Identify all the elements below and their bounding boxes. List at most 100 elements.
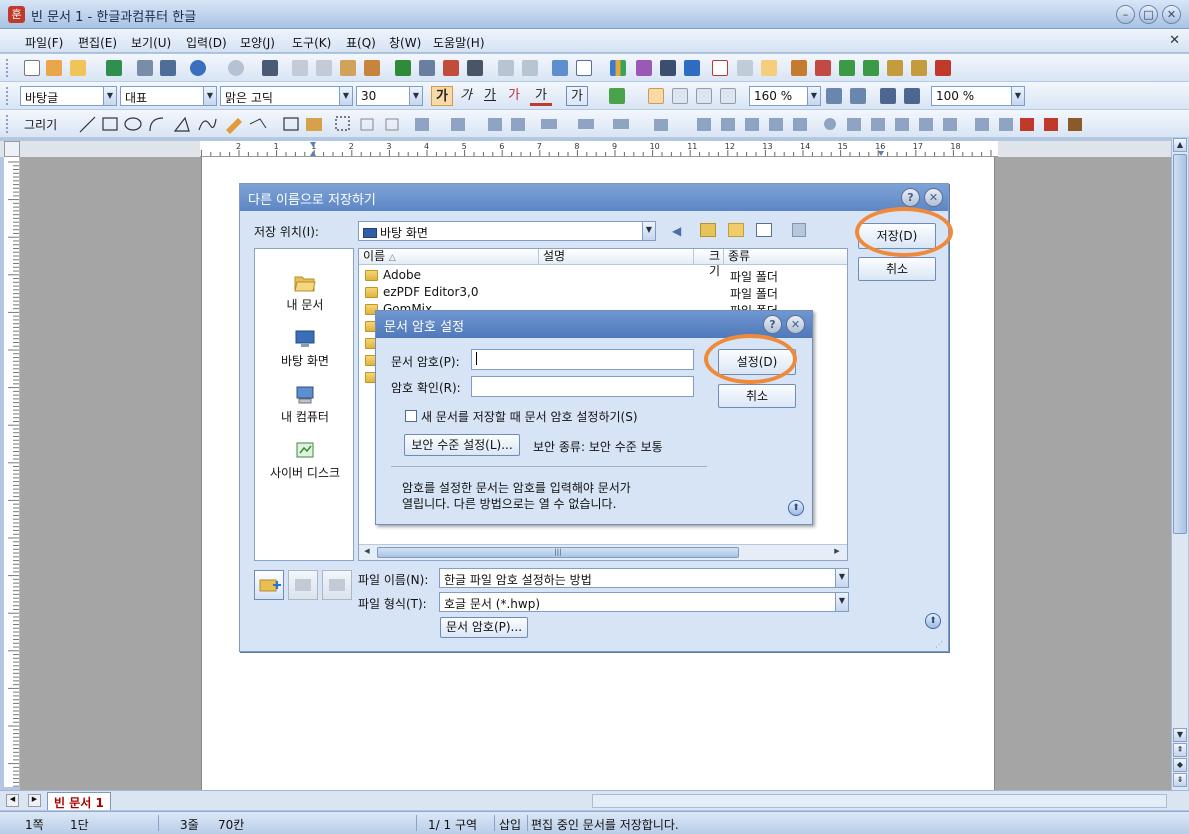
page-select-icon[interactable]: ◆ bbox=[1173, 758, 1187, 772]
menu-edit[interactable]: 편집(E) bbox=[78, 34, 117, 51]
crop-icon[interactable] bbox=[385, 118, 399, 131]
menu-file[interactable]: 파일(F) bbox=[25, 34, 63, 51]
align-bottom-icon[interactable] bbox=[511, 118, 525, 131]
columns-icon[interactable] bbox=[467, 60, 483, 76]
rotate-icon[interactable] bbox=[824, 118, 836, 130]
close-icon[interactable]: ✕ bbox=[786, 315, 805, 334]
ellipse-tool-icon[interactable] bbox=[124, 117, 142, 131]
tools-menu-icon[interactable] bbox=[792, 223, 806, 237]
note-icon[interactable] bbox=[761, 60, 777, 76]
format-painter-icon[interactable] bbox=[364, 60, 380, 76]
flip-h-icon[interactable] bbox=[847, 118, 861, 131]
toolbar-grip[interactable] bbox=[6, 87, 10, 105]
preview-icon[interactable] bbox=[160, 60, 176, 76]
horizontal-ruler[interactable]: 2 1 1 2 3 4 5 6 7 8 9 10 11 12 13 14 15 16 17 18 bbox=[200, 141, 998, 157]
object-insert-icon[interactable] bbox=[306, 118, 322, 131]
paste-icon[interactable] bbox=[340, 60, 356, 76]
horizontal-scrollbar[interactable] bbox=[592, 794, 1167, 808]
save-icon[interactable] bbox=[106, 60, 122, 76]
toolbar-grip[interactable] bbox=[6, 59, 10, 77]
shadow-icon[interactable] bbox=[654, 119, 668, 131]
minimize-button[interactable]: – bbox=[1116, 5, 1135, 24]
place-my-documents[interactable]: 내 문서 bbox=[255, 273, 355, 313]
copy-icon[interactable] bbox=[316, 60, 332, 76]
arrange-icon[interactable] bbox=[975, 118, 989, 131]
set-password-new-doc-checkbox[interactable] bbox=[405, 410, 417, 422]
save-button[interactable]: 저장(D) bbox=[858, 223, 936, 249]
template-icon[interactable] bbox=[46, 60, 62, 76]
menu-format[interactable]: 모양(J) bbox=[240, 34, 275, 51]
set-button[interactable]: 설정(D) bbox=[718, 349, 796, 375]
column-header-description[interactable]: 설명 bbox=[539, 249, 694, 265]
place-cyber-disk[interactable]: 사이버 디스크 bbox=[255, 441, 355, 481]
vertical-ruler[interactable] bbox=[4, 157, 20, 787]
tools-icon[interactable] bbox=[1068, 118, 1082, 131]
document-close-icon[interactable]: ✕ bbox=[1169, 33, 1180, 48]
pdf-icon[interactable] bbox=[935, 60, 951, 76]
scroll-down-icon[interactable]: ▼ bbox=[1173, 728, 1187, 742]
help-info-icon[interactable]: ⬆ bbox=[788, 500, 804, 516]
tab-document[interactable]: 빈 문서 1 bbox=[47, 792, 111, 810]
chevron-down-icon[interactable]: ▼ bbox=[1011, 87, 1024, 105]
italic-button[interactable]: 가 bbox=[455, 86, 477, 106]
textbox-tool-icon[interactable] bbox=[283, 117, 299, 131]
spellcheck-icon[interactable] bbox=[395, 60, 411, 76]
font-size-select[interactable]: 30 ▼ bbox=[356, 86, 423, 106]
chevron-down-icon[interactable]: ▼ bbox=[807, 87, 820, 105]
form-icon[interactable] bbox=[815, 60, 831, 76]
polygon-tool-icon[interactable] bbox=[173, 116, 190, 132]
document-password-button[interactable]: 문서 암호(P)... bbox=[440, 617, 528, 638]
scroll-right-icon[interactable]: ▶ bbox=[831, 547, 843, 558]
menu-tools[interactable]: 도구(K) bbox=[292, 34, 331, 51]
add-folder-button[interactable] bbox=[254, 570, 284, 600]
line-tool-icon[interactable] bbox=[79, 116, 96, 133]
menu-input[interactable]: 입력(D) bbox=[186, 34, 227, 51]
list-scroll-thumb[interactable]: ||| bbox=[377, 547, 739, 558]
ruler-corner[interactable] bbox=[4, 141, 20, 157]
format-paste-icon[interactable] bbox=[1044, 118, 1058, 131]
tab-prev-icon[interactable]: ◀ bbox=[6, 794, 19, 807]
new-document-icon[interactable] bbox=[24, 60, 40, 76]
stop-icon[interactable] bbox=[943, 118, 957, 131]
list-horizontal-scrollbar[interactable]: ◀ ||| ▶ bbox=[359, 544, 847, 560]
security-level-button[interactable]: 보안 수준 설정(L)... bbox=[404, 434, 520, 456]
memo-icon[interactable] bbox=[737, 60, 753, 76]
arrange2-icon[interactable] bbox=[999, 118, 1013, 131]
text-art-icon[interactable] bbox=[636, 60, 652, 76]
list-item[interactable]: ezPDF Editor3,0 파일 폴더 bbox=[359, 284, 847, 301]
picture-icon[interactable] bbox=[552, 60, 568, 76]
tab-next-icon[interactable]: ▶ bbox=[28, 794, 41, 807]
select-tool-icon[interactable] bbox=[335, 116, 350, 131]
chart-icon[interactable] bbox=[610, 60, 626, 76]
filetype-select[interactable]: 호글 문서 (*.hwp) ▼ bbox=[439, 592, 849, 612]
favorite-button[interactable] bbox=[288, 570, 318, 600]
arc-tool-icon[interactable] bbox=[149, 117, 164, 132]
chevron-down-icon[interactable]: ▼ bbox=[339, 87, 352, 105]
align-top-icon[interactable] bbox=[488, 118, 502, 131]
numbering-icon[interactable] bbox=[880, 88, 896, 104]
curve-tool-icon[interactable] bbox=[198, 118, 217, 131]
redo-icon[interactable] bbox=[228, 60, 244, 76]
scroll-thumb[interactable] bbox=[1173, 154, 1187, 534]
cut-icon[interactable] bbox=[292, 60, 308, 76]
format-copy-icon[interactable] bbox=[1020, 118, 1034, 131]
mailmerge2-icon[interactable] bbox=[911, 60, 927, 76]
spacing-decrease-icon[interactable] bbox=[850, 88, 866, 104]
underline-button[interactable]: 가 bbox=[479, 86, 501, 106]
edit-points-icon[interactable] bbox=[360, 118, 374, 131]
macro-icon[interactable] bbox=[839, 60, 855, 76]
page-up-icon[interactable]: ⇞ bbox=[1173, 743, 1187, 757]
help-icon[interactable]: ? bbox=[901, 188, 920, 207]
style-icon[interactable] bbox=[443, 60, 459, 76]
hwp-app-icon[interactable]: 훈 bbox=[8, 6, 25, 23]
hanja-icon[interactable] bbox=[712, 60, 728, 76]
resize-grip-icon[interactable]: ⋰ bbox=[935, 640, 943, 649]
font-select[interactable]: 맑은 고딕 ▼ bbox=[220, 86, 353, 106]
spacing-increase-icon[interactable] bbox=[826, 88, 842, 104]
cancel-button[interactable]: 취소 bbox=[718, 384, 796, 408]
table-icon[interactable] bbox=[576, 60, 592, 76]
distribute-icon[interactable] bbox=[895, 118, 909, 131]
bookmark-icon[interactable] bbox=[522, 60, 538, 76]
chevron-down-icon[interactable]: ▼ bbox=[642, 222, 655, 240]
play-icon[interactable] bbox=[919, 118, 933, 131]
